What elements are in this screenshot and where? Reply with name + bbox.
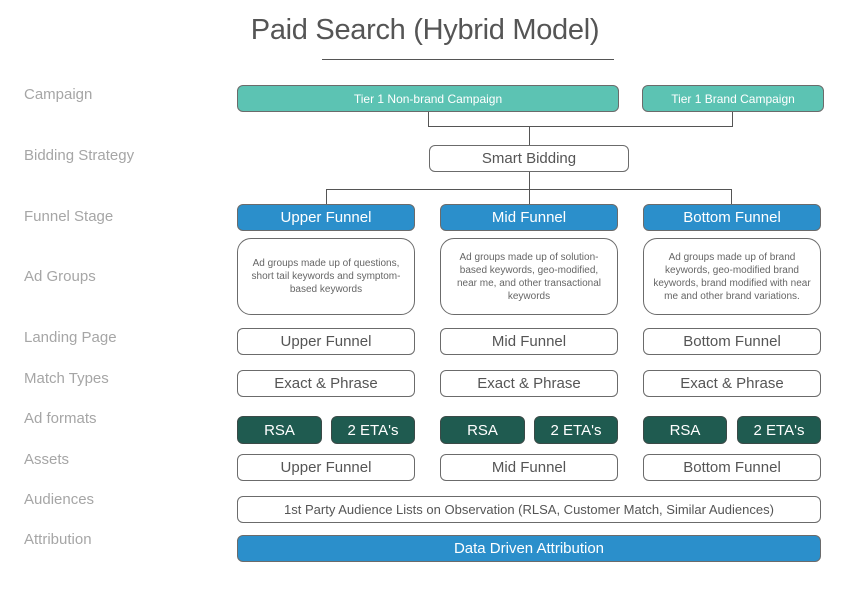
row-label-attribution: Attribution xyxy=(24,531,92,548)
ad-format-rsa-bottom: RSA xyxy=(643,416,727,444)
ad-group-mid: Ad groups made up of solution-based keyw… xyxy=(440,238,618,315)
row-label-bidding-strategy: Bidding Strategy xyxy=(24,147,135,164)
row-label-ad-formats: Ad formats xyxy=(24,410,97,427)
ad-format-rsa-mid: RSA xyxy=(440,416,525,444)
asset-upper: Upper Funnel xyxy=(237,454,415,481)
title-underline xyxy=(322,59,614,60)
ad-format-eta-upper: 2 ETA's xyxy=(331,416,415,444)
connector-line xyxy=(731,189,732,204)
match-type-bottom: Exact & Phrase xyxy=(643,370,821,397)
connector-line xyxy=(326,189,731,190)
row-label-audiences: Audiences xyxy=(24,491,95,508)
row-label-funnel-stage: Funnel Stage xyxy=(24,208,114,225)
connector-line xyxy=(732,112,733,126)
funnel-stage-mid: Mid Funnel xyxy=(440,204,618,231)
attribution-box: Data Driven Attribution xyxy=(237,535,821,562)
audiences-box: 1st Party Audience Lists on Observation … xyxy=(237,496,821,523)
ad-format-rsa-upper: RSA xyxy=(237,416,322,444)
campaign-nonbrand-box: Tier 1 Non-brand Campaign xyxy=(237,85,619,112)
match-type-upper: Exact & Phrase xyxy=(237,370,415,397)
row-label-match-types: Match Types xyxy=(24,370,109,387)
connector-line xyxy=(529,172,530,204)
connector-line xyxy=(428,112,429,126)
row-label-assets: Assets xyxy=(24,451,70,468)
funnel-stage-bottom: Bottom Funnel xyxy=(643,204,821,231)
connector-line xyxy=(529,126,530,145)
ad-group-bottom: Ad groups made up of brand keywords, geo… xyxy=(643,238,821,315)
landing-page-bottom: Bottom Funnel xyxy=(643,328,821,355)
campaign-brand-box: Tier 1 Brand Campaign xyxy=(642,85,824,112)
landing-page-mid: Mid Funnel xyxy=(440,328,618,355)
bidding-strategy-box: Smart Bidding xyxy=(429,145,629,172)
ad-format-eta-bottom: 2 ETA's xyxy=(737,416,821,444)
ad-group-upper: Ad groups made up of questions, short ta… xyxy=(237,238,415,315)
row-label-landing-page: Landing Page xyxy=(24,329,117,346)
ad-format-eta-mid: 2 ETA's xyxy=(534,416,618,444)
match-type-mid: Exact & Phrase xyxy=(440,370,618,397)
landing-page-upper: Upper Funnel xyxy=(237,328,415,355)
asset-mid: Mid Funnel xyxy=(440,454,618,481)
connector-line xyxy=(326,189,327,204)
row-label-campaign: Campaign xyxy=(24,86,93,103)
asset-bottom: Bottom Funnel xyxy=(643,454,821,481)
row-label-ad-groups: Ad Groups xyxy=(24,268,96,285)
funnel-stage-upper: Upper Funnel xyxy=(237,204,415,231)
diagram-title: Paid Search (Hybrid Model) xyxy=(250,14,600,46)
connector-line xyxy=(428,126,733,127)
